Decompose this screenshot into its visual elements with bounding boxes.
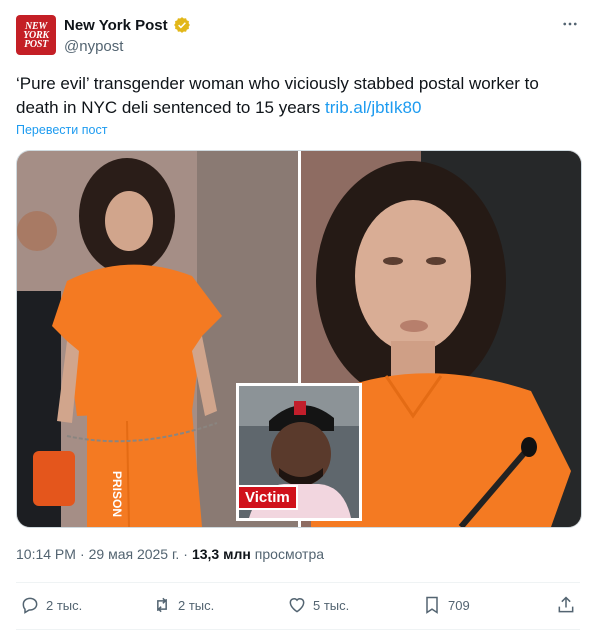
- divider-bottom: [16, 629, 580, 630]
- logo-line-3: POST: [24, 38, 48, 50]
- tweet-date[interactable]: 29 мая 2025 г.: [89, 546, 180, 562]
- tweet-card: NEW YORK POST New York Post @nypost ‘Pur…: [0, 0, 602, 640]
- victim-badge: Victim: [239, 485, 298, 510]
- author-name[interactable]: New York Post: [64, 17, 168, 34]
- reply-icon: [22, 597, 38, 614]
- tweet-link[interactable]: trib.al/jbtIk80: [325, 98, 421, 117]
- tweet-text: ‘Pure evil’ transgender woman who viciou…: [16, 72, 576, 120]
- tweet-time[interactable]: 10:14 PM: [16, 546, 76, 562]
- victim-inset-photo: Victim: [236, 383, 362, 521]
- tweet-meta: 10:14 PM · 29 мая 2025 г. · 13,3 млн про…: [16, 546, 324, 562]
- repost-button[interactable]: 2 тыс.: [152, 595, 214, 615]
- share-icon: [558, 596, 574, 613]
- tweet-media[interactable]: PRISON Victim: [16, 150, 582, 528]
- meta-separator-2: ·: [183, 546, 188, 562]
- repost-count: 2 тыс.: [178, 597, 215, 613]
- tweet-text-body: ‘Pure evil’ transgender woman who viciou…: [16, 74, 539, 117]
- like-button[interactable]: 5 тыс.: [287, 595, 349, 615]
- more-options-icon[interactable]: [560, 14, 580, 34]
- heart-icon: [289, 598, 305, 613]
- like-count: 5 тыс.: [313, 597, 350, 613]
- nypost-avatar[interactable]: NEW YORK POST: [16, 15, 56, 55]
- verified-gold-badge-icon: [173, 17, 190, 33]
- bookmark-button[interactable]: 709: [422, 595, 470, 615]
- bookmark-icon: [426, 596, 438, 614]
- divider-top: [16, 582, 580, 583]
- meta-separator: ·: [79, 546, 85, 562]
- views-count: 13,3 млн: [191, 546, 251, 562]
- action-bar: 2 тыс. 2 тыс. 5 тыс. 709: [0, 584, 602, 628]
- reply-button[interactable]: 2 тыс.: [20, 595, 82, 615]
- garment-text: PRISON: [110, 471, 124, 517]
- views-label: просмотра: [254, 546, 325, 562]
- bookmark-count: 709: [448, 597, 470, 613]
- author-name-row: New York Post: [64, 16, 191, 34]
- translate-post-link[interactable]: Перевести пост: [16, 123, 107, 137]
- reply-count: 2 тыс.: [46, 597, 83, 613]
- repost-icon: [157, 597, 167, 613]
- share-button[interactable]: [556, 595, 576, 615]
- author-handle[interactable]: @nypost: [64, 38, 123, 55]
